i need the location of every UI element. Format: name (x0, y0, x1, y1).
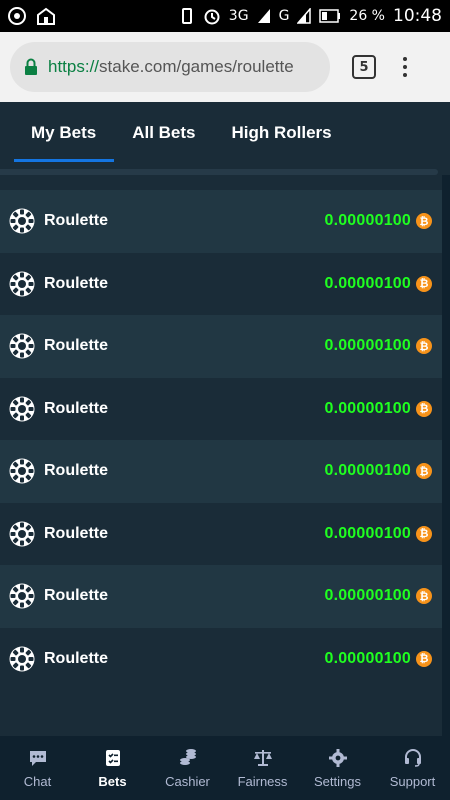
url-scheme: https:// (48, 57, 100, 76)
nav-support[interactable]: Support (375, 736, 450, 800)
bet-amount: 0.00000100 (324, 337, 411, 355)
bitcoin-icon: ₿ (416, 588, 432, 605)
browser-toolbar: https://stake.com/games/roulette 5 (0, 32, 450, 102)
bets-list: Roulette 0.00000100 ₿ Roulette 0.00000100 ₿ Ro… (0, 190, 442, 690)
bottom-nav: Chat Bets Cashier Fairness Settings Supp… (0, 736, 450, 800)
bitcoin-icon: ₿ (416, 650, 432, 667)
nav-settings-label: Settings (314, 773, 361, 789)
tab-my-bets[interactable]: My Bets (14, 102, 115, 164)
bet-row[interactable]: Roulette 0.00000100 ₿ (0, 565, 442, 628)
scale-icon (253, 748, 273, 768)
bet-amount: 0.00000100 (324, 212, 411, 230)
url-path: stake.com/games/roulette (99, 57, 294, 76)
gear-icon (328, 748, 348, 768)
bitcoin-icon: ₿ (416, 400, 432, 417)
battery-icon (319, 9, 341, 23)
chat-icon (28, 748, 48, 768)
scrollbar-track[interactable] (442, 175, 450, 736)
nav-chat-label: Chat (23, 773, 52, 789)
nav-bets-label: Bets (98, 773, 127, 789)
nav-fairness-label: Fairness (237, 773, 288, 789)
tab-divider (0, 169, 438, 175)
headset-icon (403, 748, 423, 768)
bet-game-name: Roulette (44, 212, 108, 230)
vibrate-icon (179, 7, 195, 25)
cashier-icon (178, 748, 198, 768)
roulette-icon (9, 333, 35, 359)
bet-amount: 0.00000100 (324, 462, 411, 480)
bet-game-name: Roulette (44, 462, 108, 480)
house-icon (36, 7, 56, 25)
roulette-icon (9, 458, 35, 484)
bet-amount: 0.00000100 (324, 524, 411, 542)
bet-game-name: Roulette (44, 649, 108, 667)
bitcoin-icon: ₿ (416, 213, 432, 230)
bet-row[interactable]: Roulette 0.00000100 ₿ (0, 377, 442, 440)
bet-row[interactable]: Roulette 0.00000100 ₿ (0, 440, 442, 503)
network-label: 3G (228, 8, 249, 24)
list-footer-space (0, 690, 442, 736)
nav-chat[interactable]: Chat (0, 736, 75, 800)
bet-amount: 0.00000100 (324, 587, 411, 605)
bet-row[interactable]: Roulette 0.00000100 ₿ (0, 502, 442, 565)
nav-fairness[interactable]: Fairness (225, 736, 300, 800)
url-bar[interactable]: https://stake.com/games/roulette (10, 42, 330, 92)
roulette-icon (9, 521, 35, 547)
bet-game-name: Roulette (44, 587, 108, 605)
bitcoin-icon: ₿ (416, 338, 432, 355)
roulette-icon (9, 583, 35, 609)
bet-amount: 0.00000100 (324, 274, 411, 292)
nav-settings[interactable]: Settings (300, 736, 375, 800)
signal-icon-2 (297, 8, 312, 24)
roulette-icon (9, 396, 35, 422)
bet-row[interactable]: Roulette 0.00000100 ₿ (0, 190, 442, 253)
nav-support-label: Support (389, 773, 436, 789)
bitcoin-icon: ₿ (416, 525, 432, 542)
nav-cashier[interactable]: Cashier (150, 736, 225, 800)
tab-all-bets[interactable]: All Bets (114, 102, 213, 164)
bets-icon (103, 748, 123, 768)
bet-game-name: Roulette (44, 274, 108, 292)
signal-icon (257, 8, 271, 24)
tab-high-rollers[interactable]: High Rollers (213, 102, 349, 164)
alarm-icon (203, 7, 221, 25)
tab-switcher-button[interactable]: 5 (352, 55, 376, 79)
bet-row[interactable]: Roulette 0.00000100 ₿ (0, 315, 442, 378)
bet-row[interactable]: Roulette 0.00000100 ₿ (0, 627, 442, 690)
carrier-g-label: G (278, 8, 290, 24)
lock-icon (24, 58, 38, 76)
bitcoin-icon: ₿ (416, 463, 432, 480)
bets-tab-bar: My Bets All Bets High Rollers (0, 102, 450, 164)
bet-amount: 0.00000100 (324, 649, 411, 667)
bet-game-name: Roulette (44, 337, 108, 355)
roulette-icon (9, 271, 35, 297)
overflow-menu-icon[interactable] (400, 57, 410, 77)
nav-cashier-label: Cashier (165, 773, 210, 789)
bet-row[interactable]: Roulette 0.00000100 ₿ (0, 252, 442, 315)
status-bar: 3G G 26 % 10:48 (0, 0, 450, 32)
bet-game-name: Roulette (44, 524, 108, 542)
url-text: https://stake.com/games/roulette (48, 57, 294, 77)
bitcoin-icon: ₿ (416, 275, 432, 292)
chrome-icon (8, 7, 26, 25)
bet-game-name: Roulette (44, 399, 108, 417)
clock: 10:48 (393, 6, 442, 26)
bet-amount: 0.00000100 (324, 399, 411, 417)
roulette-icon (9, 208, 35, 234)
battery-percent: 26 % (349, 8, 385, 24)
nav-bets[interactable]: Bets (75, 736, 150, 800)
roulette-icon (9, 646, 35, 672)
